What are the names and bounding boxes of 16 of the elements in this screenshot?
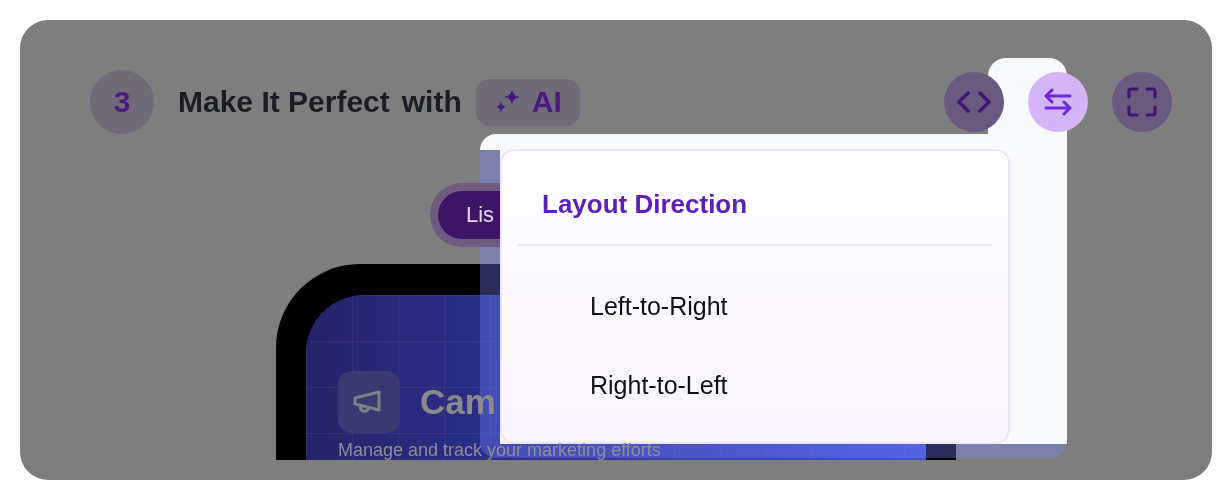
menu-option[interactable]: Left-to-Right: [518, 276, 728, 337]
step-number: 3: [90, 70, 154, 134]
fullscreen-icon: [1127, 87, 1157, 117]
ai-badge: AI: [475, 78, 580, 126]
code-icon: [957, 91, 991, 113]
view-tab[interactable]: Lis: [430, 183, 500, 247]
fullscreen-button[interactable]: [1112, 72, 1172, 132]
preview-subtitle: Manage and track your marketing efforts: [338, 442, 661, 459]
swap-arrows-icon: [1044, 88, 1072, 116]
section-title-connector: with: [401, 85, 462, 119]
section-title: Make It Perfect: [178, 85, 390, 119]
code-button[interactable]: [944, 72, 1004, 132]
menu-title: Layout Direction: [541, 188, 749, 221]
menu-option[interactable]: Right-to-Left: [518, 355, 728, 416]
preview-title: Cam: [420, 382, 496, 422]
megaphone-icon: [338, 371, 400, 433]
